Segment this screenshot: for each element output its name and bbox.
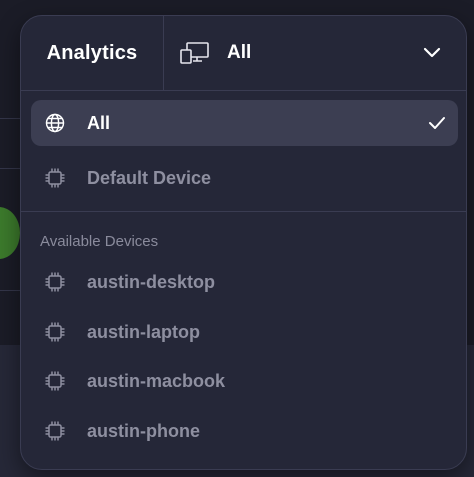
globe-icon: [43, 111, 67, 135]
chevron-down-icon[interactable]: [422, 43, 442, 63]
background-divider: [0, 118, 22, 119]
background-divider: [0, 168, 22, 169]
section-divider: [21, 211, 466, 212]
option-default-device[interactable]: Default Device: [31, 155, 458, 201]
device-dropdown: Analytics All All Default Device Availab…: [20, 15, 467, 470]
avatar: [0, 207, 20, 259]
device-label: austin-phone: [87, 420, 200, 441]
option-all[interactable]: All: [31, 100, 458, 146]
device-label: austin-desktop: [87, 271, 216, 292]
devices-icon: [180, 41, 210, 65]
check-icon: [428, 113, 448, 133]
device-selector[interactable]: All: [164, 16, 466, 90]
section-label-available-devices: Available Devices: [40, 233, 159, 250]
dropdown-header: Analytics All: [21, 16, 466, 91]
option-label: Default Device: [87, 167, 212, 188]
chip-icon: [43, 369, 67, 393]
chip-icon: [43, 320, 67, 344]
device-item-austin-phone[interactable]: austin-phone: [31, 408, 458, 454]
option-label: All: [87, 112, 111, 133]
device-item-austin-macbook[interactable]: austin-macbook: [31, 358, 458, 404]
selected-value: All: [227, 42, 252, 63]
device-item-austin-laptop[interactable]: austin-laptop: [31, 309, 458, 355]
background-divider: [0, 290, 22, 291]
chip-icon: [43, 270, 67, 294]
device-item-austin-desktop[interactable]: austin-desktop: [31, 259, 458, 305]
page-title: Analytics: [21, 16, 164, 90]
device-label: austin-laptop: [87, 321, 200, 342]
chip-icon: [43, 166, 67, 190]
device-label: austin-macbook: [87, 370, 226, 391]
chip-icon: [43, 419, 67, 443]
